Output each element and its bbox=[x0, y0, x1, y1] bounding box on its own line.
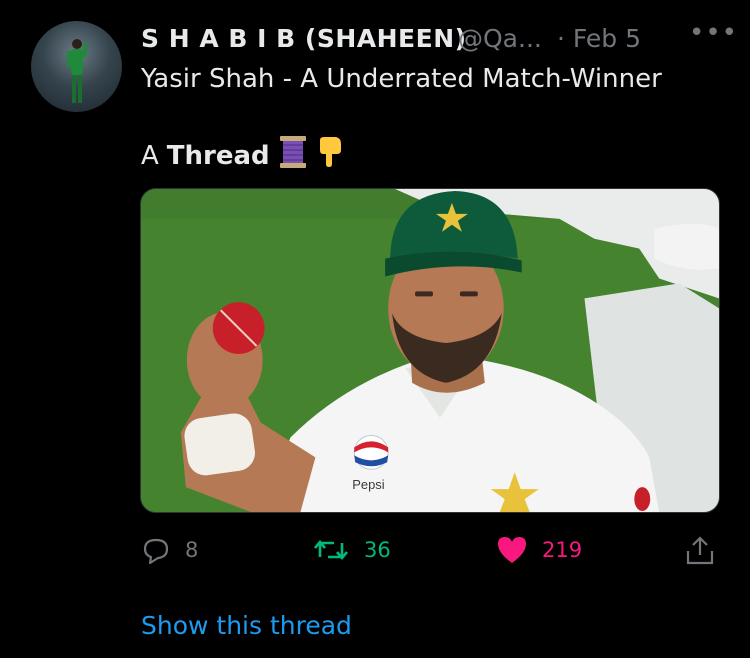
shirt-sponsor-text: Pepsi bbox=[352, 477, 384, 492]
reply-button[interactable]: 8 bbox=[141, 535, 198, 565]
tweet-text-prefix: A bbox=[141, 140, 159, 171]
show-thread-link[interactable]: Show this thread bbox=[141, 611, 352, 640]
author-handle[interactable]: @Qa... bbox=[458, 24, 542, 53]
share-icon bbox=[686, 536, 714, 565]
retweet-button[interactable]: 36 bbox=[312, 535, 391, 565]
avatar[interactable] bbox=[31, 21, 122, 112]
thread-spool-emoji bbox=[278, 135, 308, 176]
tweet-text-bold: Thread bbox=[166, 140, 270, 171]
reply-icon bbox=[143, 538, 169, 565]
author-name[interactable]: S H A B I B (SHAHEEN) bbox=[141, 24, 467, 53]
avatar-figure bbox=[67, 39, 87, 103]
retweet-count: 36 bbox=[364, 538, 391, 562]
tweet-media-photo[interactable]: Pepsi bbox=[140, 188, 720, 513]
heart-icon bbox=[498, 537, 526, 563]
tweet-text-line2: A Thread bbox=[141, 135, 344, 176]
reply-count: 8 bbox=[185, 538, 199, 562]
tweet-text-line1: Yasir Shah - A Underrated Match-Winner bbox=[141, 64, 662, 94]
pointing-down-emoji bbox=[316, 136, 344, 175]
like-count: 219 bbox=[542, 538, 583, 562]
retweet-icon bbox=[314, 539, 348, 561]
tweet-date[interactable]: · Feb 5 bbox=[557, 24, 641, 53]
share-button[interactable] bbox=[684, 535, 716, 567]
more-icon[interactable]: ••• bbox=[689, 18, 738, 48]
cricket-player-photo: Pepsi bbox=[141, 189, 719, 512]
like-button[interactable]: 219 bbox=[496, 535, 582, 565]
